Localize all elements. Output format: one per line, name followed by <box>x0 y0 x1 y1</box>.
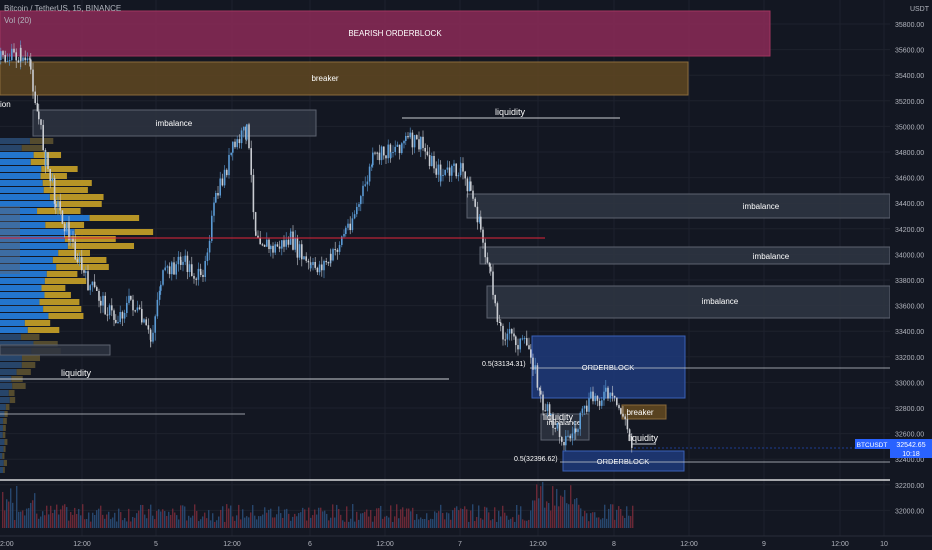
liquidity-label-right: liquidity <box>628 433 659 443</box>
price-tick-label: 33600.00 <box>895 304 924 311</box>
current-price-value: 32542.65 <box>896 442 925 449</box>
price-tick-label: 35200.00 <box>895 99 924 106</box>
price-tick-label: 35600.00 <box>895 48 924 55</box>
time-tick-label: 12:00 <box>376 541 394 548</box>
chart-title: Bitcoin / TetherUS, 15, BINANCE <box>4 4 121 13</box>
liquidity-label-left: liquidity <box>61 368 92 378</box>
breaker-top-label: breaker <box>311 74 338 83</box>
time-label-fragment: 2:00 <box>0 541 14 548</box>
fib-label-upper: 0.5(33134.31) <box>482 361 526 368</box>
time-tick-label: 6 <box>308 541 312 548</box>
price-tick-label: 32600.00 <box>895 432 924 439</box>
imbalance-zone-right-2[interactable] <box>479 246 891 265</box>
countdown-timer: 10:18 <box>902 451 920 458</box>
price-chart[interactable]: BEARISH ORDERBLOCK breaker imbalance imb… <box>0 0 932 550</box>
orderblock-lower-label: ORDERBLOCK <box>597 457 650 466</box>
orderblock-upper-label: ORDERBLOCK <box>582 363 635 372</box>
price-tick-label: 32200.00 <box>895 483 924 490</box>
imbalance-zone-right-3[interactable] <box>486 285 891 319</box>
time-tick-label: 8 <box>612 541 616 548</box>
price-tick-label: 35800.00 <box>895 22 924 29</box>
price-tick-label: 34000.00 <box>895 252 924 259</box>
fib-label-lower: 0.5(32396.62) <box>514 456 558 463</box>
volume-bars <box>2 481 634 528</box>
time-tick-label: 12:00 <box>529 541 547 548</box>
price-tick-label: 32000.00 <box>895 508 924 515</box>
imbalance-right-1-label: imbalance <box>743 202 780 211</box>
price-tick-label: 35400.00 <box>895 73 924 80</box>
price-tick-label: 33400.00 <box>895 329 924 336</box>
price-tick-label: 32800.00 <box>895 406 924 413</box>
currency-label: USDT <box>910 6 930 13</box>
time-axis-labels: 12:00 5 12:00 6 12:00 7 12:00 8 12:00 9 12:00 10 <box>73 541 888 548</box>
price-tick-label: 33000.00 <box>895 380 924 387</box>
time-tick-label: 5 <box>154 541 158 548</box>
volume-indicator-label: Vol (20) <box>4 16 32 25</box>
imbalance-zone-far-left <box>0 344 111 356</box>
zones-layer: BEARISH ORDERBLOCK breaker imbalance imb… <box>0 10 891 472</box>
time-tick-label: 12:00 <box>831 541 849 548</box>
price-tick-label: 34200.00 <box>895 227 924 234</box>
breaker-small-label: breaker <box>626 408 653 417</box>
price-tick-label: 32400.00 <box>895 457 924 464</box>
time-tick-label: 12:00 <box>680 541 698 548</box>
cropped-left-text: ion <box>0 100 11 109</box>
time-tick-label: 12:00 <box>73 541 91 548</box>
time-tick-label: 7 <box>458 541 462 548</box>
symbol-label: BTCUSDT <box>857 442 888 449</box>
liquidity-label-mid: liquidity <box>543 412 574 422</box>
time-tick-label: 9 <box>762 541 766 548</box>
price-tick-label: 35000.00 <box>895 124 924 131</box>
liquidity-label-top: liquidity <box>495 107 526 117</box>
price-tick-label: 34600.00 <box>895 176 924 183</box>
price-tick-label: 34800.00 <box>895 150 924 157</box>
imbalance-zone-right-1[interactable] <box>466 193 891 219</box>
time-tick-label: 10 <box>880 541 888 548</box>
time-axis[interactable]: 2:00 12:00 5 12:00 6 12:00 7 12:00 8 12:00 9 12:00… <box>0 535 932 548</box>
imbalance-right-2-label: imbalance <box>753 252 790 261</box>
price-tick-label: 33800.00 <box>895 278 924 285</box>
bearish-orderblock-label: BEARISH ORDERBLOCK <box>348 29 442 38</box>
value-area-zone <box>0 206 20 274</box>
price-tick-label: 34400.00 <box>895 201 924 208</box>
imbalance-right-3-label: imbalance <box>702 297 739 306</box>
price-tick-label: 33200.00 <box>895 355 924 362</box>
imbalance-left-label: imbalance <box>156 119 193 128</box>
time-tick-label: 12:00 <box>223 541 241 548</box>
breaker-zone-top[interactable] <box>0 61 689 96</box>
